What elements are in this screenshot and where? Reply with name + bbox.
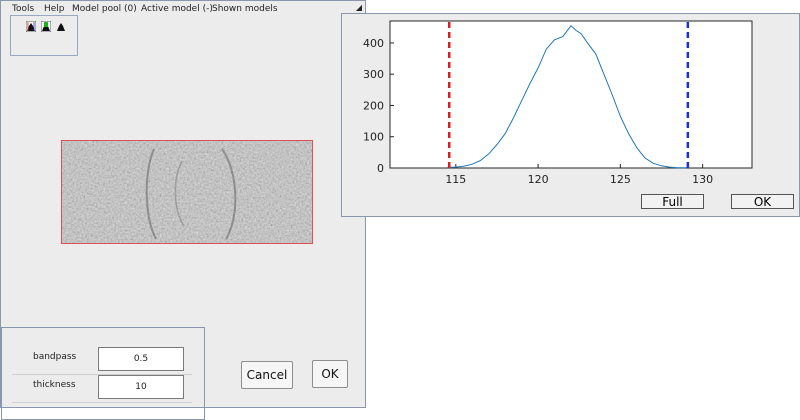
bandpass-row: bandpass 0.5 <box>12 347 192 375</box>
histogram-window: 0 100 200 300 400 115 120 125 130 Full OK <box>341 13 800 217</box>
full-button[interactable]: Full <box>641 194 704 209</box>
ok-button[interactable]: OK <box>312 360 348 388</box>
menu-shown-models[interactable]: Shown models <box>212 4 278 14</box>
y-tick-label: 300 <box>363 68 384 81</box>
parameters-panel: bandpass 0.5 thickness 10 <box>1 327 205 420</box>
histogram-green-icon[interactable] <box>41 21 51 32</box>
menu-active-model[interactable]: Active model (-) <box>141 4 213 14</box>
y-tick-label: 0 <box>377 162 384 175</box>
resize-corner-icon[interactable]: ◢ <box>356 3 362 12</box>
y-tick-label: 100 <box>363 131 384 144</box>
menu-help[interactable]: Help <box>44 4 65 14</box>
thickness-label: thickness <box>33 380 76 390</box>
thickness-input[interactable]: 10 <box>98 375 184 399</box>
bandpass-label: bandpass <box>33 352 77 362</box>
tomogram-image <box>61 140 313 244</box>
histogram-black-icon[interactable] <box>26 21 36 32</box>
main-window: Tools Help Model pool (0) Active model (… <box>0 0 366 420</box>
thickness-row: thickness 10 <box>12 375 192 403</box>
menu-tools[interactable]: Tools <box>12 4 34 14</box>
bandpass-input[interactable]: 0.5 <box>98 347 184 371</box>
x-tick-label: 120 <box>528 173 549 186</box>
x-tick-label: 125 <box>610 173 631 186</box>
toolbar <box>10 15 78 56</box>
y-tick-label: 200 <box>363 99 384 112</box>
y-axis: 0 100 200 300 400 <box>363 37 394 175</box>
histogram-chart: 0 100 200 300 400 115 120 125 130 <box>363 20 753 186</box>
cancel-button[interactable]: Cancel <box>241 361 293 389</box>
x-tick-label: 130 <box>692 173 713 186</box>
y-tick-label: 400 <box>363 37 384 50</box>
menu-model-pool[interactable]: Model pool (0) <box>72 4 137 14</box>
x-tick-label: 115 <box>445 173 466 186</box>
plot-area <box>389 20 753 169</box>
histogram-ok-button[interactable]: OK <box>731 194 794 209</box>
histogram-black-icon[interactable] <box>56 21 66 32</box>
